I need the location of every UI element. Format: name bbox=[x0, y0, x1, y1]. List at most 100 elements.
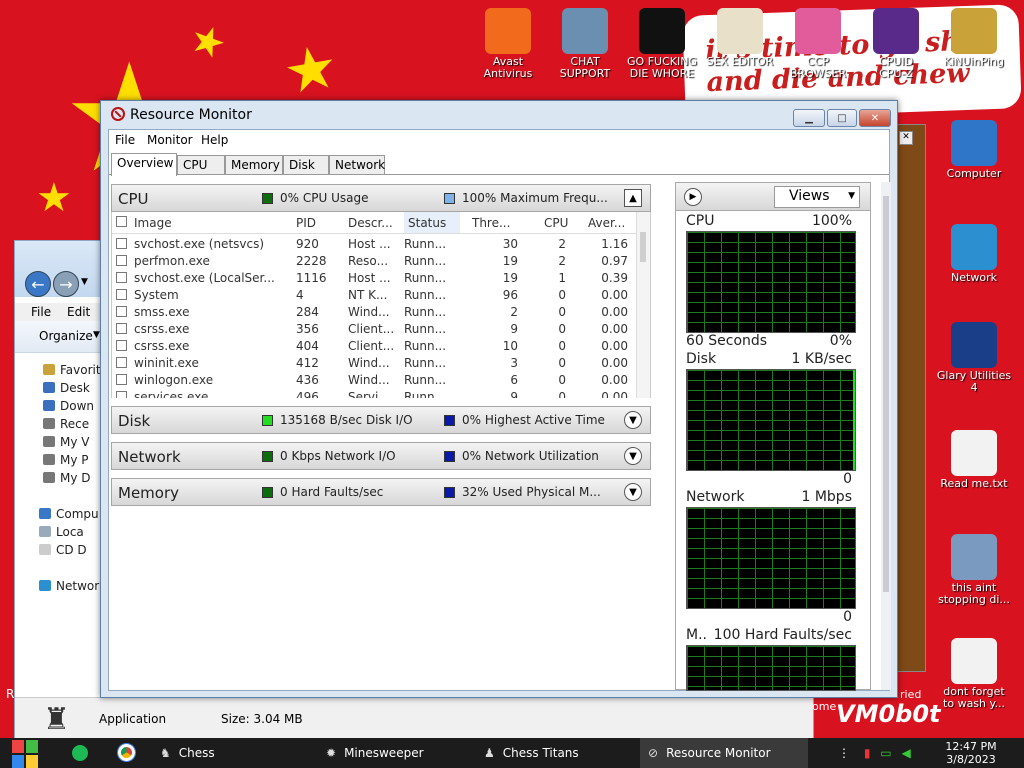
nav-item[interactable]: Loca bbox=[39, 525, 84, 539]
row-checkbox[interactable] bbox=[116, 391, 127, 398]
taskbar-item[interactable]: ♟ Chess Titans bbox=[476, 738, 636, 768]
chevron-down-icon[interactable]: ▼ bbox=[93, 330, 100, 340]
scroll-thumb[interactable] bbox=[883, 196, 889, 592]
vertical-scrollbar[interactable] bbox=[636, 212, 650, 398]
row-checkbox[interactable] bbox=[116, 289, 127, 300]
table-row[interactable]: svchost.exe (netsvcs) 920 Host ... Runn... 3… bbox=[112, 236, 637, 253]
row-checkbox[interactable] bbox=[116, 323, 127, 334]
table-row[interactable]: winlogon.exe 436 Wind... Runn... 6 0 0.00 bbox=[112, 372, 637, 389]
column-header[interactable]: Thre... bbox=[472, 216, 510, 230]
memory-section-header[interactable]: Memory 0 Hard Faults/sec 32% Used Physical… bbox=[111, 478, 651, 506]
desktop-icon-2[interactable]: GO FUCKING DIE WHORE bbox=[622, 8, 702, 80]
column-header[interactable]: Aver... bbox=[588, 216, 625, 230]
column-header[interactable]: Descr... bbox=[348, 216, 393, 230]
chevron-down-icon[interactable]: ▼ bbox=[624, 411, 642, 429]
spotify-icon[interactable] bbox=[72, 745, 88, 761]
column-header[interactable]: Image bbox=[134, 216, 172, 230]
desktop-icon-6[interactable]: KiNUinPing bbox=[934, 8, 1014, 68]
chevron-down-icon[interactable]: ▼ bbox=[624, 447, 642, 465]
organize-button[interactable]: Organize bbox=[39, 329, 93, 343]
taskbar-item[interactable]: ⊘ Resource Monitor bbox=[640, 738, 808, 768]
graphs-scrollbar[interactable] bbox=[881, 182, 891, 690]
expand-panel-icon[interactable]: ▶ bbox=[684, 188, 702, 206]
nav-item[interactable]: My V bbox=[43, 435, 89, 449]
menu-edit[interactable]: Edit bbox=[67, 305, 90, 319]
tab-memory[interactable]: Memory bbox=[225, 155, 283, 175]
nav-item[interactable]: Networ bbox=[39, 579, 99, 593]
desktop-icon-1[interactable]: CHAT SUPPORT bbox=[545, 8, 625, 80]
desktop-icon-3[interactable]: SEX EDITOR bbox=[700, 8, 780, 68]
menu-file[interactable]: File bbox=[31, 305, 51, 319]
nav-item[interactable]: Compu bbox=[39, 507, 99, 521]
table-row[interactable]: smss.exe 284 Wind... Runn... 2 0 0.00 bbox=[112, 304, 637, 321]
table-row[interactable]: perfmon.exe 2228 Reso... Runn... 19 2 0.97 bbox=[112, 253, 637, 270]
nav-item[interactable]: Down bbox=[43, 399, 94, 413]
select-all-checkbox[interactable] bbox=[116, 216, 127, 227]
table-row[interactable]: csrss.exe 356 Client... Runn... 9 0 0.00 bbox=[112, 321, 637, 338]
column-header[interactable]: Status bbox=[404, 212, 460, 233]
chevron-up-icon[interactable]: ▲ bbox=[624, 189, 642, 207]
start-button[interactable] bbox=[10, 738, 42, 768]
row-checkbox[interactable] bbox=[116, 306, 127, 317]
nav-item[interactable]: My P bbox=[43, 453, 89, 467]
nav-item[interactable]: CD D bbox=[39, 543, 87, 557]
menu-file[interactable]: File bbox=[115, 133, 135, 147]
table-row[interactable]: System 4 NT K... Runn... 96 0 0.00 bbox=[112, 287, 637, 304]
clock[interactable]: 12:47 PM 3/8/2023 bbox=[938, 740, 1004, 766]
volume-icon[interactable]: ◀ bbox=[901, 746, 910, 760]
more-icon[interactable]: ⋮ bbox=[838, 746, 850, 760]
nav-item[interactable]: Rece bbox=[43, 417, 89, 431]
menu-help[interactable]: Help bbox=[201, 133, 228, 147]
desktop-icon-0[interactable]: Avast Antivirus bbox=[468, 8, 548, 80]
nav-item[interactable]: My D bbox=[43, 471, 91, 485]
chrome-icon[interactable] bbox=[118, 744, 135, 761]
chevron-down-icon[interactable]: ▼ bbox=[81, 277, 88, 287]
tab-overview[interactable]: Overview bbox=[111, 153, 177, 176]
row-checkbox[interactable] bbox=[116, 340, 127, 351]
desktop-icon-4[interactable]: CCP BROWSER bbox=[778, 8, 858, 80]
network-icon[interactable]: ▭ bbox=[880, 746, 891, 760]
cpu-section-header[interactable]: CPU 0% CPU Usage 100% Maximum Frequ... ▲ bbox=[111, 184, 651, 212]
desktop-icon-8[interactable]: Network bbox=[934, 224, 1014, 284]
chevron-down-icon: ▼ bbox=[848, 191, 855, 201]
back-icon[interactable]: ← bbox=[25, 271, 51, 297]
close-icon[interactable]: ✕ bbox=[899, 131, 913, 145]
row-checkbox[interactable] bbox=[116, 238, 127, 249]
column-header[interactable]: CPU bbox=[544, 216, 568, 230]
views-dropdown[interactable]: Views ▼ bbox=[774, 186, 860, 208]
desktop-icon-9[interactable]: Glary Utilities 4 bbox=[934, 322, 1014, 394]
table-row[interactable]: svchost.exe (LocalSer... 1116 Host ... Runn… bbox=[112, 270, 637, 287]
close-button[interactable]: ✕ bbox=[859, 109, 891, 127]
tab-network[interactable]: Network bbox=[329, 155, 385, 175]
row-checkbox[interactable] bbox=[116, 255, 127, 266]
taskbar-item[interactable]: ✹ Minesweeper bbox=[318, 738, 474, 768]
desktop-icon-5[interactable]: CPUID CPU-Z bbox=[856, 8, 936, 80]
minimize-button[interactable]: ▁ bbox=[793, 109, 825, 127]
table-row[interactable]: wininit.exe 412 Wind... Runn... 3 0 0.00 bbox=[112, 355, 637, 372]
disk-section-header[interactable]: Disk 135168 B/sec Disk I/O 0% Highest Acti… bbox=[111, 406, 651, 434]
nav-item[interactable]: Desk bbox=[43, 381, 90, 395]
desktop-icon-12[interactable]: dont forget to wash y... bbox=[934, 638, 1014, 710]
chevron-down-icon[interactable]: ▼ bbox=[624, 483, 642, 501]
desktop-icon-11[interactable]: this aint stopping di... bbox=[934, 534, 1014, 606]
table-row[interactable]: csrss.exe 404 Client... Runn... 10 0 0.00 bbox=[112, 338, 637, 355]
flag-icon[interactable]: ▮ bbox=[864, 746, 871, 760]
row-checkbox[interactable] bbox=[116, 357, 127, 368]
forward-icon[interactable]: → bbox=[53, 271, 79, 297]
menu-monitor[interactable]: Monitor bbox=[147, 133, 193, 147]
nav-item[interactable]: Favorit bbox=[43, 363, 101, 377]
maximize-button[interactable]: □ bbox=[827, 109, 857, 127]
network-section-header[interactable]: Network 0 Kbps Network I/O 0% Network Util… bbox=[111, 442, 651, 470]
taskbar-item[interactable]: ♞ Chess bbox=[152, 738, 316, 768]
row-checkbox[interactable] bbox=[116, 272, 127, 283]
desktop-icon-10[interactable]: Read me.txt bbox=[934, 430, 1014, 490]
tab-cpu[interactable]: CPU bbox=[177, 155, 225, 175]
row-checkbox[interactable] bbox=[116, 374, 127, 385]
desktop-icon-7[interactable]: Computer bbox=[934, 120, 1014, 180]
column-header[interactable]: PID bbox=[296, 216, 316, 230]
tab-disk[interactable]: Disk bbox=[283, 155, 329, 175]
resource-monitor-window[interactable]: Resource Monitor ▁ □ ✕ File Monitor Help… bbox=[100, 100, 898, 698]
scroll-thumb[interactable] bbox=[640, 232, 646, 262]
table-row[interactable]: services.exe 496 Servi... Runn... 9 0 0.00 bbox=[112, 389, 637, 398]
table-cell: 404 bbox=[296, 339, 319, 353]
